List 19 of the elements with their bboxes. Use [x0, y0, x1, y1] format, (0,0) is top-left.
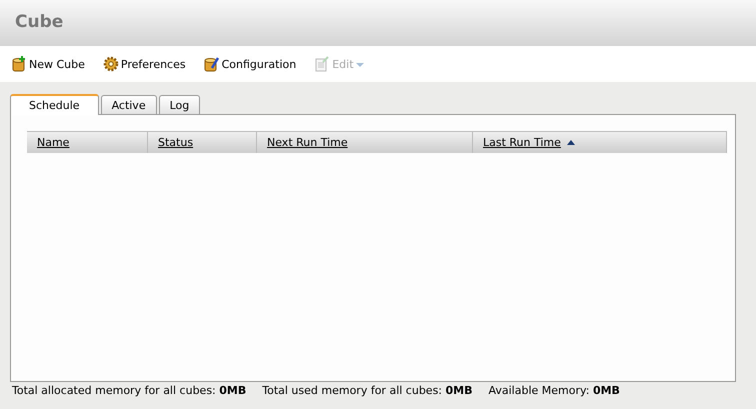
cube-add-icon: [11, 56, 27, 72]
memory-text: Total allocated memory for all cubes: 0MB: [12, 384, 246, 397]
tab[interactable]: Schedule: [10, 94, 99, 115]
window-title: Cube: [14, 11, 64, 32]
column-header[interactable]: Last Run Time: [483, 136, 561, 149]
toolbar-button[interactable]: New Cube: [8, 54, 88, 74]
column-header[interactable]: Next Run Time: [267, 136, 348, 149]
column-header[interactable]: Status: [158, 136, 194, 149]
tab[interactable]: Active: [100, 95, 157, 114]
tab[interactable]: Log: [158, 95, 200, 114]
cube-pencil-icon: [204, 56, 220, 72]
caret-icon: [356, 63, 364, 67]
gear-icon: [102, 56, 119, 72]
memory-text: Total used memory for all cubes: 0MB: [262, 384, 472, 397]
toolbar-button[interactable]: Configuration: [200, 54, 300, 74]
column-header[interactable]: Name: [37, 136, 70, 149]
memory-text: Available Memory: 0MB: [488, 384, 620, 397]
toolbar-button[interactable]: Preferences: [100, 54, 189, 74]
document-icon: [314, 56, 330, 72]
